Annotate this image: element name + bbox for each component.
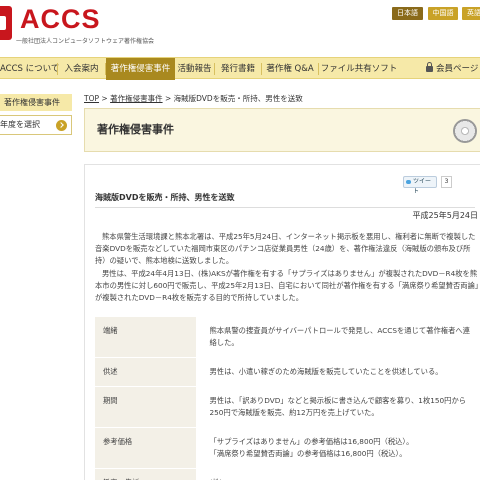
sidebar-year-select[interactable]: 年度を選択 [0, 115, 72, 135]
article: ツイート 3 海賊版DVDを販売・所持、男性を送致 平成25年5月24日 熊本県… [84, 164, 480, 480]
article-date: 平成25年5月24日 [412, 211, 478, 220]
detail-label: 参考価格 [95, 427, 195, 469]
breadcrumb-home[interactable]: TOP [84, 94, 99, 103]
main-nav: ACCS について 入会案内 著作権侵害事件 活動報告 発行書籍 著作権 Q&A… [0, 57, 480, 80]
nav-activity[interactable]: 活動報告 [175, 58, 214, 80]
nav-member-page[interactable]: 会員ページ [426, 58, 480, 80]
detail-value-line: 「サプライズはありません」の参考価格は16,800円（税込）。 [209, 437, 414, 446]
nav-file-sharing[interactable]: ファイル共有ソフト [319, 58, 399, 80]
table-row: 鑑定・告訴 (株)AKS [95, 468, 480, 480]
detail-value: 「サプライズはありません」の参考価格は16,800円（税込）。 「満席祭り希望賛… [194, 427, 480, 469]
arrow-right-icon [56, 120, 67, 131]
logo-mark[interactable] [0, 6, 12, 40]
detail-label: 端緒 [95, 317, 195, 358]
detail-value: 男性は、「訳ありDVD」などと掲示板に書き込んで顧客を募り、1枚150円から25… [194, 386, 480, 428]
case-details-table: 端緒 熊本県警の捜査員がサイバーパトロールで発見し、ACCSを通じて著作権者へ連… [95, 317, 480, 480]
table-row: 参考価格 「サプライズはありません」の参考価格は16,800円（税込）。 「満席… [95, 427, 480, 469]
table-row: 期間 男性は、「訳ありDVD」などと掲示板に書き込んで顧客を募り、1枚150円か… [95, 386, 480, 428]
page-title-box: 著作権侵害事件 [84, 108, 480, 152]
logo-subtitle: 一般社団法人コンピュータソフトウェア著作権協会 [16, 38, 155, 45]
lang-japanese[interactable]: 日本語 [392, 7, 423, 20]
sidebar-title: 著作権侵害事件 [0, 94, 72, 111]
breadcrumb-separator: > [164, 94, 174, 103]
article-title: 海賊版DVDを販売・所持、男性を送致 [95, 192, 475, 208]
table-row: 供述 男性は、小遣い稼ぎのため海賊版を販売していたことを供述している。 [95, 357, 480, 387]
detail-value-line: 「満席祭り希望賛否両論」の参考価格は16,800円（税込）。 [209, 449, 407, 458]
lang-english[interactable]: 英語 [462, 7, 480, 20]
disc-icon [453, 119, 477, 143]
nav-about[interactable]: ACCS について [0, 58, 59, 80]
detail-label: 供述 [95, 357, 195, 387]
tweet-button[interactable]: ツイート [403, 176, 437, 195]
breadcrumb-current: 海賊版DVDを販売・所持、男性を送致 [173, 94, 303, 103]
logo-text[interactable]: ACCS [20, 4, 101, 35]
lock-icon [426, 62, 433, 72]
lang-chinese[interactable]: 中国語 [428, 7, 458, 20]
detail-value: 熊本県警の捜査員がサイバーパトロールで発見し、ACCSを通じて著作権者へ連絡した… [194, 317, 480, 358]
page-title: 著作権侵害事件 [97, 123, 174, 136]
detail-label: 鑑定・告訴 [95, 468, 195, 480]
article-paragraph: 男性は、平成24年4月13日、(株)AKSが著作権を有する「サプライズはありませ… [95, 268, 479, 303]
nav-qa[interactable]: 著作権 Q&A [262, 58, 318, 80]
breadcrumb-separator: > [101, 94, 111, 103]
table-row: 端緒 熊本県警の捜査員がサイバーパトロールで発見し、ACCSを通じて著作権者へ連… [95, 317, 480, 358]
breadcrumb: TOP > 著作権侵害事件 > 海賊版DVDを販売・所持、男性を送致 [84, 93, 303, 104]
nav-infringement[interactable]: 著作権侵害事件 [106, 58, 175, 80]
member-page-label: 会員ページ [436, 64, 479, 74]
breadcrumb-section[interactable]: 著作権侵害事件 [110, 94, 163, 103]
detail-label: 期間 [95, 386, 195, 428]
detail-value: (株)AKS [194, 468, 480, 480]
site-header: ACCS 一般社団法人コンピュータソフトウェア著作権協会 日本語 中国語 英語 [0, 0, 480, 55]
nav-membership[interactable]: 入会案内 [58, 58, 105, 80]
detail-value: 男性は、小遣い稼ぎのため海賊版を販売していたことを供述している。 [194, 357, 480, 387]
tweet-count: 3 [441, 176, 452, 188]
nav-publications[interactable]: 発行書籍 [215, 58, 261, 80]
article-body: 熊本県警生活環境課と熊本北署は、平成25年5月24日、インターネット掲示板を悪用… [95, 231, 479, 304]
article-paragraph: 熊本県警生活環境課と熊本北署は、平成25年5月24日、インターネット掲示板を悪用… [95, 232, 476, 266]
sidebar-item-label: 年度を選択 [0, 120, 40, 129]
